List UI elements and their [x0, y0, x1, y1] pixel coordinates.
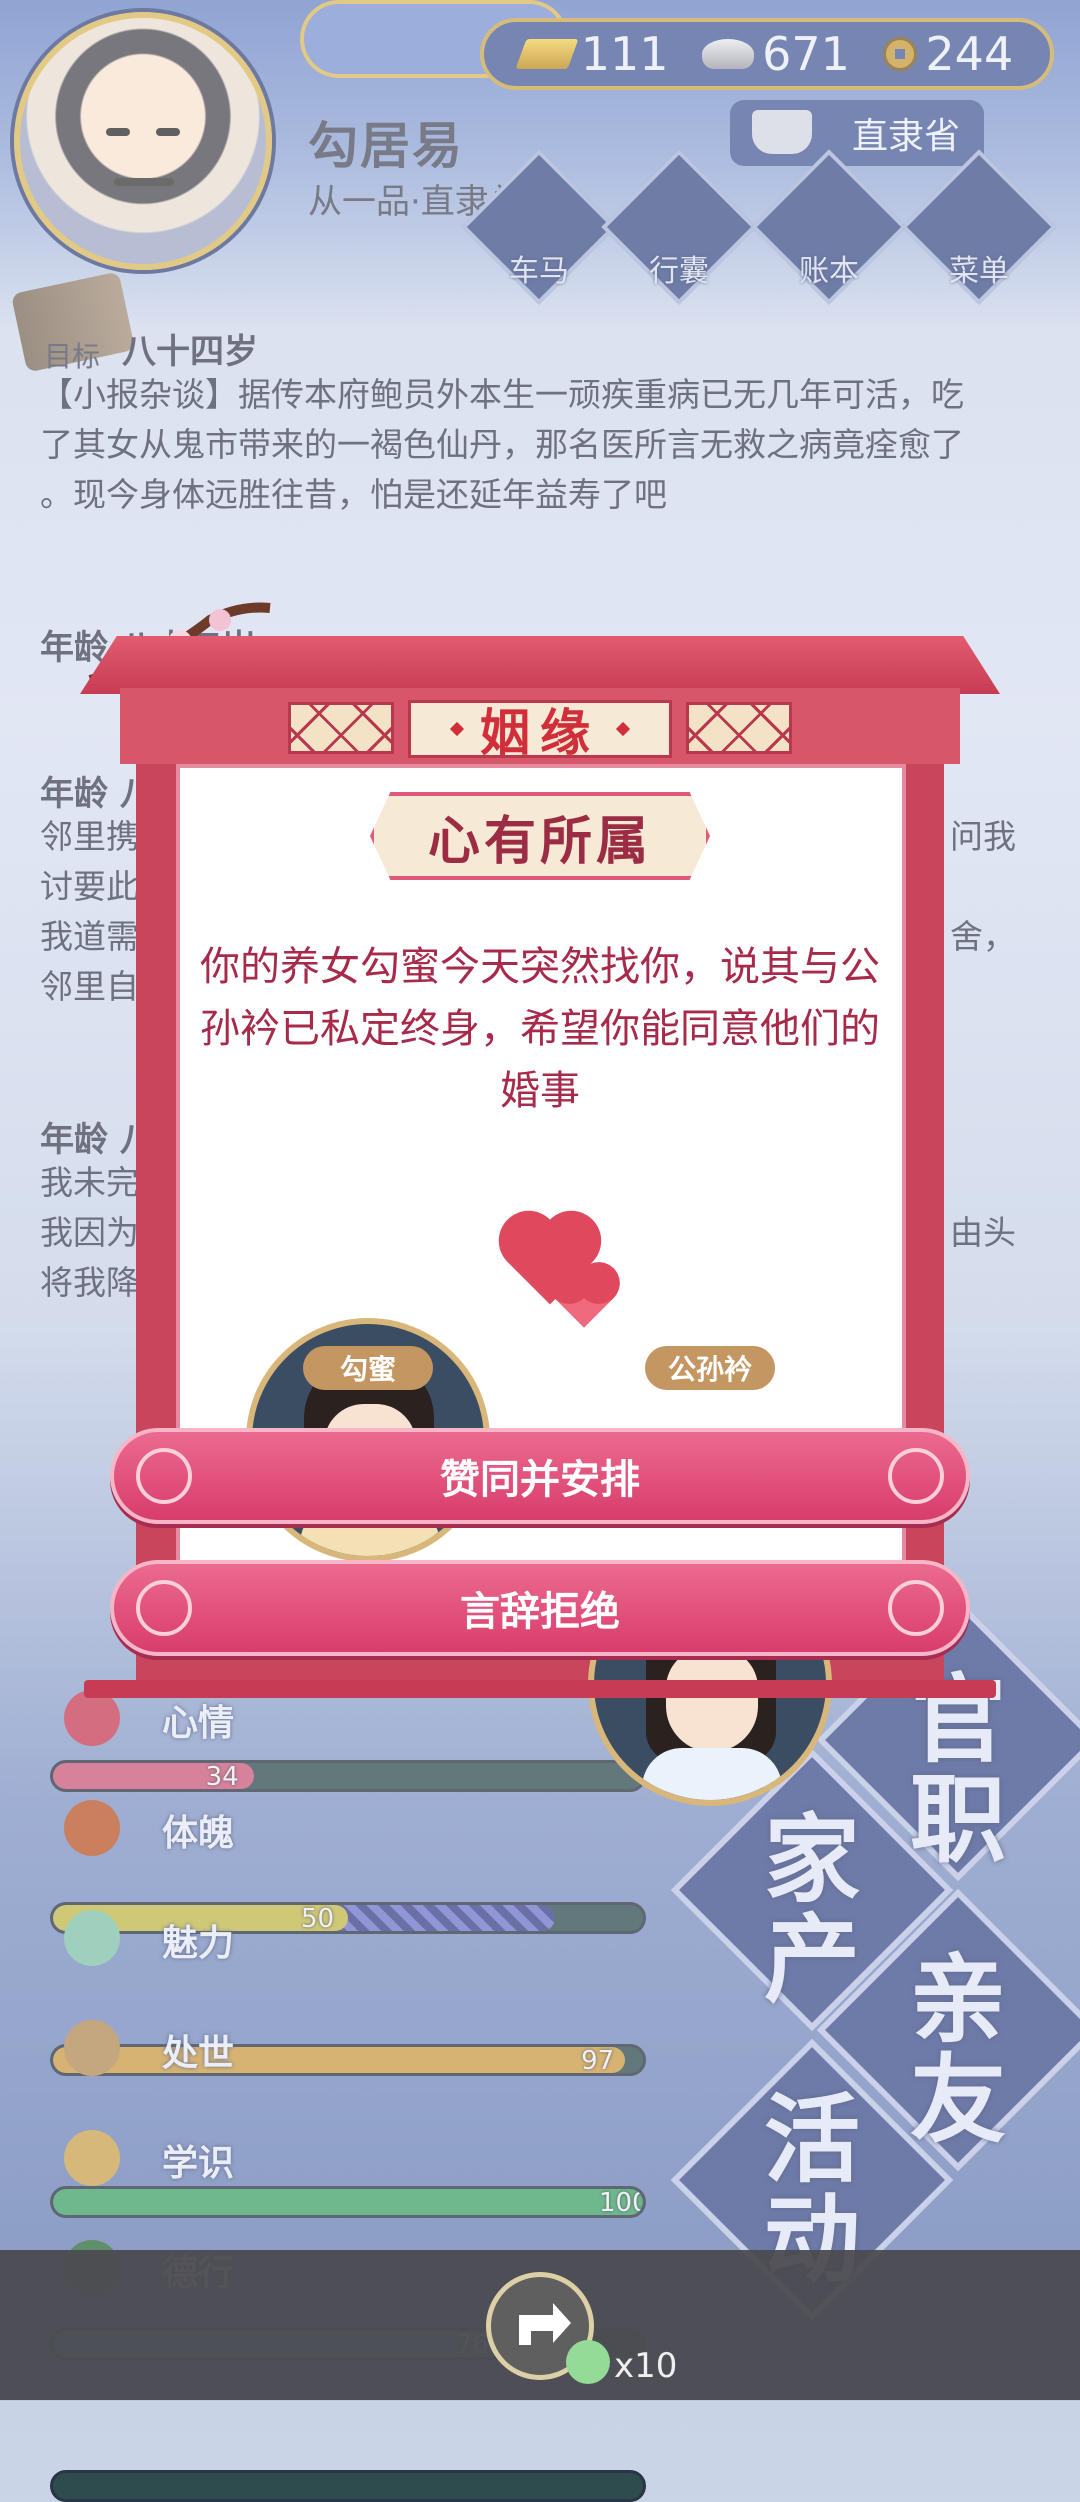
lattice-decoration — [686, 702, 792, 754]
event-subtitle: 心有所属 — [427, 811, 652, 872]
modal-base — [84, 1680, 996, 1698]
portrait-face — [666, 1648, 758, 1752]
cloud-swirl-icon — [136, 1448, 192, 1504]
event-subtitle-box: 心有所属 — [370, 792, 710, 880]
approve-button[interactable]: 赞同并安排 — [110, 1428, 970, 1524]
person-right-name: 公孙衿 — [645, 1346, 775, 1390]
reject-button[interactable]: 言辞拒绝 — [110, 1560, 970, 1656]
stat-bar — [50, 2470, 646, 2502]
cloud-swirl-icon — [888, 1448, 944, 1504]
lattice-decoration — [288, 702, 394, 754]
approve-button-label: 赞同并安排 — [440, 1457, 640, 1503]
hearts-icon — [490, 1212, 614, 1332]
cloud-swirl-icon — [888, 1580, 944, 1636]
cloud-swirl-icon — [136, 1580, 192, 1636]
diamond-dot-icon — [615, 721, 631, 737]
event-message: 你的养女勾蜜今天突然找你，说其与公孙衿已私定终身，希望你能同意他们的婚事 — [200, 944, 880, 1114]
modal-title-box: 姻缘 — [408, 700, 672, 762]
modal-roof — [80, 636, 1000, 694]
modal-title: 姻缘 — [480, 704, 600, 762]
reject-button-label: 言辞拒绝 — [460, 1589, 620, 1635]
diamond-dot-icon — [449, 721, 465, 737]
portrait-body — [642, 1748, 782, 1800]
person-left-name: 勾蜜 — [303, 1346, 433, 1390]
